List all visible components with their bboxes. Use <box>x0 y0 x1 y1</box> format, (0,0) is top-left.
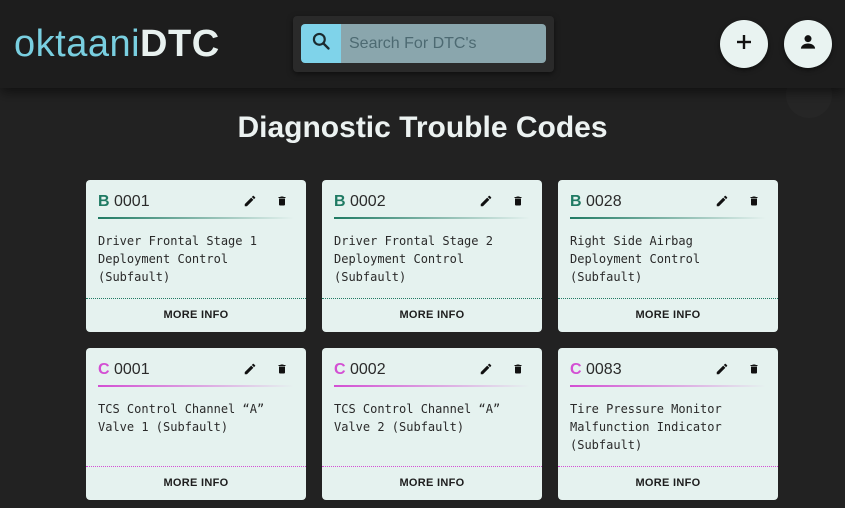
dtc-description: TCS Control Channel “A” Valve 1 (Subfaul… <box>98 402 265 434</box>
dtc-description: TCS Control Channel “A” Valve 2 (Subfaul… <box>334 402 501 434</box>
card-actions <box>242 192 290 210</box>
delete-icon[interactable] <box>274 360 290 378</box>
dtc-code-number: 0001 <box>109 361 150 378</box>
card-divider <box>558 466 778 467</box>
top-bar: oktaaniDTC <box>0 0 845 88</box>
search-input[interactable] <box>341 24 546 63</box>
more-info-button[interactable]: MORE INFO <box>322 300 542 330</box>
dtc-description: Tire Pressure Monitor Malfunction Indica… <box>570 402 722 452</box>
dtc-code-prefix: C <box>570 361 582 378</box>
account-button[interactable] <box>784 20 832 68</box>
dtc-code-number: 0002 <box>345 361 386 378</box>
logo-bold-text: DTC <box>140 23 220 65</box>
dtc-code-prefix: C <box>334 361 346 378</box>
dtc-code-prefix: B <box>98 193 110 210</box>
more-info-button[interactable]: MORE INFO <box>558 300 778 330</box>
card-actions <box>714 360 762 378</box>
plus-icon <box>735 33 753 56</box>
delete-icon[interactable] <box>274 192 290 210</box>
dtc-card: C 0002 TCS Control Channel “A” Valve 2 (… <box>322 348 542 500</box>
card-divider <box>558 298 778 299</box>
delete-icon[interactable] <box>746 192 762 210</box>
dtc-code-prefix: B <box>570 193 582 210</box>
dtc-code-number: 0028 <box>581 193 622 210</box>
code-underline <box>334 385 530 387</box>
delete-icon[interactable] <box>746 360 762 378</box>
card-actions <box>478 360 526 378</box>
search-bar <box>293 16 554 72</box>
more-info-button[interactable]: MORE INFO <box>558 468 778 498</box>
delete-icon[interactable] <box>510 192 526 210</box>
dtc-card: C 0001 TCS Control Channel “A” Valve 1 (… <box>86 348 306 500</box>
more-info-button[interactable]: MORE INFO <box>86 300 306 330</box>
card-divider <box>86 298 306 299</box>
more-info-button[interactable]: MORE INFO <box>86 468 306 498</box>
delete-icon[interactable] <box>510 360 526 378</box>
search-button[interactable] <box>301 24 341 63</box>
edit-icon[interactable] <box>242 192 258 210</box>
dtc-card: B 0001 Driver Frontal Stage 1 Deployment… <box>86 180 306 332</box>
code-underline <box>334 217 530 219</box>
dtc-code-prefix: C <box>98 361 110 378</box>
search-icon <box>311 31 331 56</box>
edit-icon[interactable] <box>714 360 730 378</box>
card-divider <box>322 298 542 299</box>
code-underline <box>98 385 294 387</box>
logo-light-text: oktaani <box>14 23 141 65</box>
code-underline <box>98 217 294 219</box>
card-divider <box>86 466 306 467</box>
edit-icon[interactable] <box>242 360 258 378</box>
dtc-card: B 0028 Right Side Airbag Deployment Cont… <box>558 180 778 332</box>
page-title: Diagnostic Trouble Codes <box>237 111 608 144</box>
dtc-card-grid: B 0001 Driver Frontal Stage 1 Deployment… <box>86 180 778 500</box>
dtc-card: C 0083 Tire Pressure Monitor Malfunction… <box>558 348 778 500</box>
dtc-code-number: 0083 <box>581 361 622 378</box>
dtc-code-prefix: B <box>334 193 346 210</box>
edit-icon[interactable] <box>714 192 730 210</box>
dtc-code-number: 0001 <box>109 193 150 210</box>
person-icon <box>798 32 818 57</box>
dtc-description: Driver Frontal Stage 2 Deployment Contro… <box>334 234 493 284</box>
app-logo[interactable]: oktaaniDTC <box>14 20 220 68</box>
dtc-card: B 0002 Driver Frontal Stage 2 Deployment… <box>322 180 542 332</box>
card-divider <box>322 466 542 467</box>
code-underline <box>570 217 766 219</box>
edit-icon[interactable] <box>478 360 494 378</box>
card-actions <box>242 360 290 378</box>
dtc-code-number: 0002 <box>345 193 386 210</box>
card-actions <box>478 192 526 210</box>
code-underline <box>570 385 766 387</box>
add-dtc-button[interactable] <box>720 20 768 68</box>
more-info-button[interactable]: MORE INFO <box>322 468 542 498</box>
dtc-description: Right Side Airbag Deployment Control (Su… <box>570 234 701 284</box>
dtc-description: Driver Frontal Stage 1 Deployment Contro… <box>98 234 257 284</box>
card-actions <box>714 192 762 210</box>
edit-icon[interactable] <box>478 192 494 210</box>
